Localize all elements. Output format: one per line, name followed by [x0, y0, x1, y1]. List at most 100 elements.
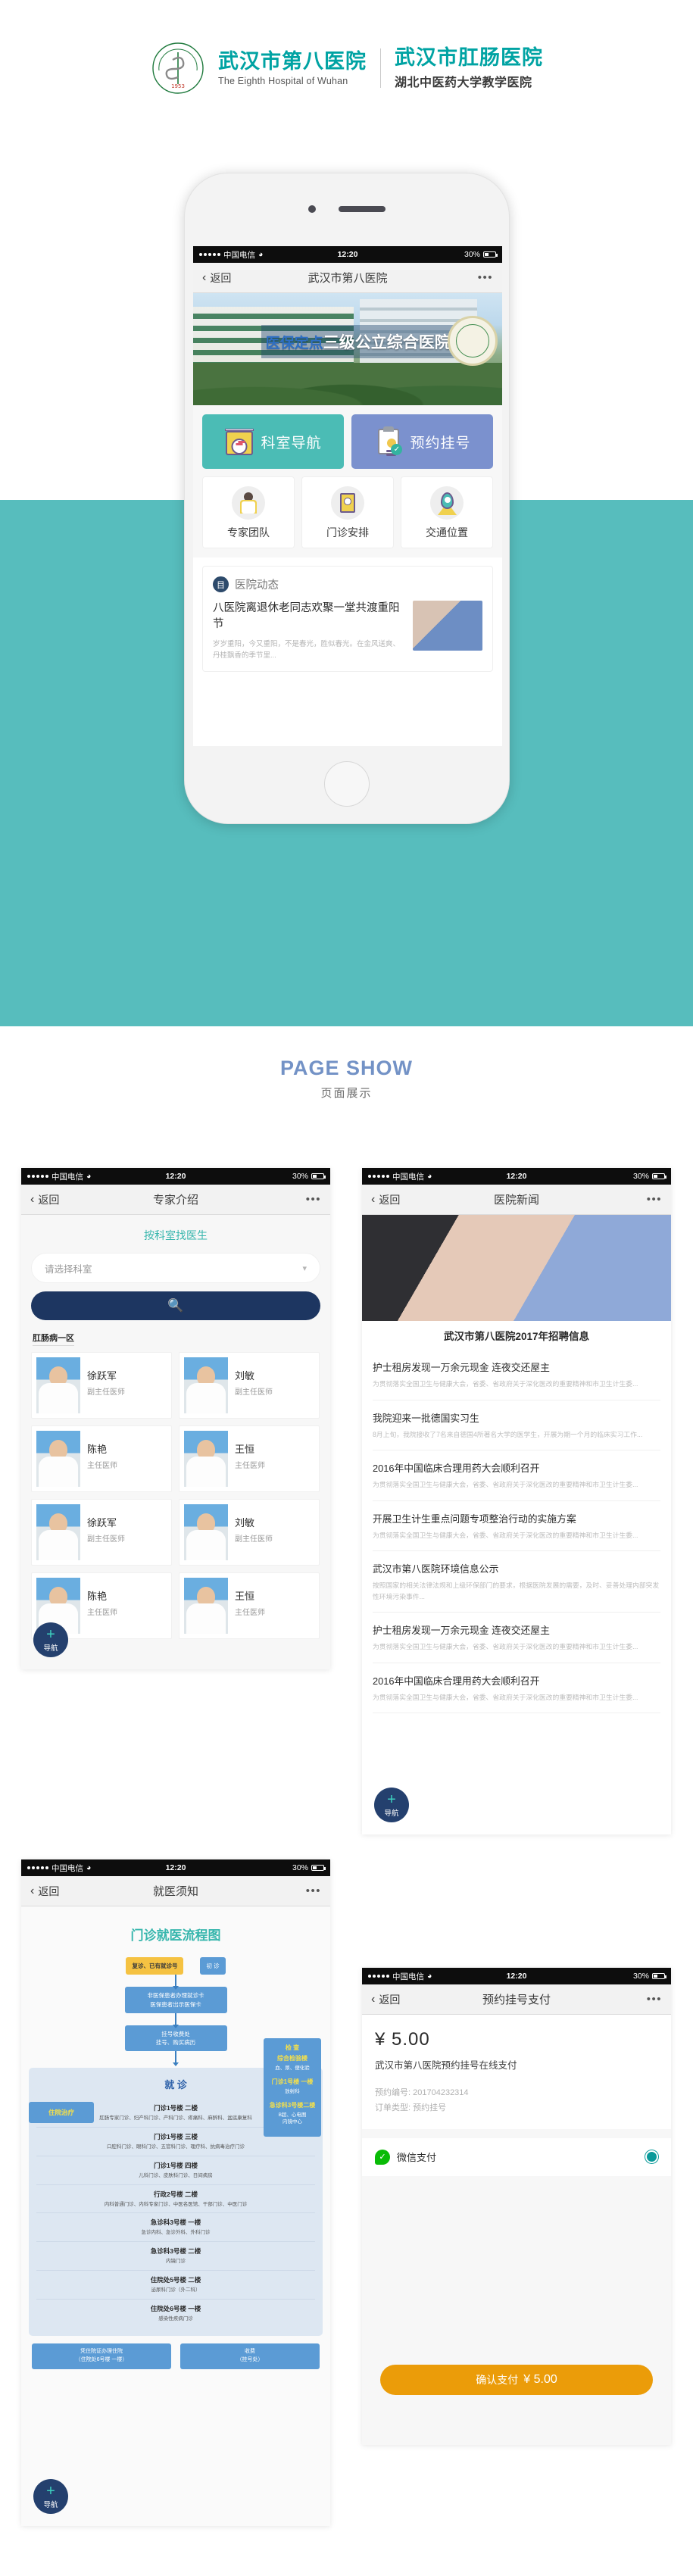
more-menu-icon[interactable]: •••	[306, 1194, 321, 1204]
tile-expert-team-label: 专家团队	[227, 526, 270, 539]
navigation-fab[interactable]: + 导航	[33, 1622, 68, 1657]
carrier-label: 中国电信	[392, 1172, 424, 1182]
doctor-title: 主任医师	[87, 1462, 117, 1470]
tile-expert-team[interactable]: 专家团队	[202, 476, 295, 548]
news-item-title: 2016年中国临床合理用药大会顺利召开	[373, 1463, 540, 1474]
flow-arrow-icon	[175, 2012, 176, 2025]
navigation-fab-label: 导航	[384, 1809, 399, 1818]
news-item-title: 开展卫生计生重点问题专项整治行动的实施方案	[373, 1513, 576, 1525]
news-thumbnail	[413, 601, 482, 651]
floor-entry: 住院处6号楼 一楼 感染性疾病门诊	[36, 2300, 315, 2328]
tile-department-nav[interactable]: 科室导航	[202, 414, 344, 469]
doctor-name: 刘敏	[235, 1370, 255, 1382]
floor-name: 急诊科3号楼 一楼	[150, 2218, 201, 2227]
payment-amount: ¥ 5.00	[375, 2029, 658, 2050]
more-menu-icon[interactable]: •••	[478, 272, 493, 283]
search-button[interactable]: 🔍	[31, 1291, 320, 1320]
phone-speaker-group	[308, 205, 386, 213]
list-item[interactable]: 护士租房发现一万余元现金 连夜交还屋主 为贯彻落实全国卫生与健康大会，省委、省政…	[373, 1613, 660, 1663]
wifi-icon: ◕	[427, 1172, 432, 1181]
news-item-excerpt: 按照国家的相关法律法规和上级环保部门的要求，根据医院发展的需要，及时、妥善处理内…	[373, 1582, 660, 1600]
nav-bar: ‹ 返回 武汉市第八医院 •••	[193, 263, 502, 293]
more-menu-icon[interactable]: •••	[647, 1194, 662, 1204]
floor-name: 住院处5号楼 二楼	[150, 2275, 201, 2284]
wifi-icon: ◕	[86, 1172, 92, 1181]
more-menu-icon[interactable]: •••	[306, 1885, 321, 1896]
page-show-heading: PAGE SHOW 页面展示	[0, 1057, 693, 1101]
hospital-news-card[interactable]: 目 医院动态 八医院离退休老同志欢聚一堂共渡重阳节 岁岁重阳，今又重阳，不是春光…	[202, 566, 493, 673]
screenshot-flowchart-page: 中国电信 ◕ 12:20 30% ‹ 返回 就医须知 ••• 门诊就医流程图 复…	[21, 1859, 330, 2526]
status-bar: 中国电信 ◕ 12:20 30%	[193, 246, 502, 263]
confirm-payment-amount: ¥ 5.00	[523, 2373, 557, 2386]
chevron-left-icon: ‹	[202, 270, 207, 284]
floor-entry: 急诊科3号楼 一楼 急诊内科、急诊外科、外科门诊	[36, 2213, 315, 2242]
payment-method-label: 微信支付	[397, 2152, 437, 2164]
clock-label: 12:20	[506, 1172, 527, 1181]
doctor-name: 刘敏	[235, 1517, 255, 1528]
list-item[interactable]: 武汉市第八医院环境信息公示 按照国家的相关法律法规和上级环保部门的要求，根据医院…	[373, 1551, 660, 1613]
chevron-down-icon: ▾	[302, 1263, 307, 1273]
news-banner-image[interactable]: 武汉市第八医院2017年招聘信息	[362, 1215, 671, 1350]
doctor-avatar	[36, 1504, 80, 1560]
clipboard-check-icon: ✓	[373, 426, 404, 457]
list-item[interactable]: 2016年中国临床合理用药大会顺利召开 为贯彻落实全国卫生与健康大会，省委、省政…	[373, 1450, 660, 1501]
doctor-card[interactable]: 徐跃军 副主任医师	[31, 1499, 172, 1566]
back-button[interactable]: ‹ 返回	[30, 1192, 59, 1207]
tile-row-big: 科室导航 ✓ 预约挂号	[202, 414, 493, 469]
doctor-name: 徐跃军	[87, 1517, 117, 1528]
news-item-title: 武汉市第八医院环境信息公示	[373, 1563, 499, 1575]
confirm-payment-label: 确认支付	[476, 2374, 519, 2386]
more-menu-icon[interactable]: •••	[647, 1994, 662, 2004]
navigation-fab[interactable]: + 导航	[374, 1788, 409, 1822]
department-select[interactable]: 请选择科室 ▾	[31, 1253, 320, 1283]
battery-icon	[311, 1173, 326, 1179]
list-item[interactable]: 开展卫生计生重点问题专项整治行动的实施方案 为贯彻落实全国卫生与健康大会，省委、…	[373, 1501, 660, 1551]
payment-method-row[interactable]: ✓ 微信支付	[362, 2137, 671, 2176]
doctor-card[interactable]: 陈艳 主任医师	[31, 1425, 172, 1492]
payment-method-radio[interactable]	[645, 2150, 658, 2164]
list-item[interactable]: 护士租房发现一万余元现金 连夜交还屋主 为贯彻落实全国卫生与健康大会，省委、省政…	[373, 1350, 660, 1400]
floor-departments: 内镜门诊	[166, 2259, 186, 2264]
home-tiles: 科室导航 ✓ 预约挂号 专家团队 门诊安排 交通位置	[193, 405, 502, 557]
list-item[interactable]: 我院迎来一批德国实习生 8月上旬，我院接收了7名来自德国4所著名大学的医学生，开…	[373, 1400, 660, 1450]
tile-traffic-location[interactable]: 交通位置	[401, 476, 493, 548]
news-item-excerpt: 为贯彻落实全国卫生与健康大会，省委、省政府关于深化医改的重要精神和市卫生计生委.…	[373, 1481, 638, 1488]
nav-bar: ‹ 返回 就医须知 •••	[21, 1876, 330, 1906]
flow-box-revisit: 复诊、已有就诊号	[126, 1957, 184, 1975]
map-pin-icon	[430, 486, 464, 520]
flow-arrow-icon	[175, 2051, 176, 2064]
back-button[interactable]: ‹ 返回	[371, 1192, 400, 1207]
doctor-card[interactable]: 刘敏 副主任医师	[179, 1352, 320, 1419]
screenshot-payment-page: 中国电信 ◕ 12:20 30% ‹ 返回 预约挂号支付 ••• ¥ 5.00 …	[362, 1968, 671, 2445]
doctor-card[interactable]: 徐跃军 副主任医师	[31, 1352, 172, 1419]
status-bar: 中国电信 ◕ 12:20 30%	[21, 1168, 330, 1185]
back-button[interactable]: ‹ 返回	[30, 1884, 59, 1899]
doctor-card[interactable]: 刘敏 副主任医师	[179, 1499, 320, 1566]
lab-heading: 综合检验楼	[277, 2055, 307, 2062]
carrier-label: 中国电信	[52, 1172, 83, 1182]
confirm-payment-button[interactable]: 确认支付 ¥ 5.00	[380, 2365, 653, 2395]
page-show-title-en: PAGE SHOW	[279, 1057, 413, 1079]
tile-clinic-schedule[interactable]: 门诊安排	[301, 476, 394, 548]
navigation-fab-label: 导航	[43, 1644, 58, 1653]
signal-dots-icon	[199, 253, 220, 256]
screenshot-news-page: 中国电信 ◕ 12:20 30% ‹ 返回 医院新闻 ••• 武汉市第八医院20…	[362, 1168, 671, 1834]
list-item[interactable]: 2016年中国临床合理用药大会顺利召开 为贯彻落实全国卫生与健康大会，省委、省政…	[373, 1663, 660, 1713]
payment-meta: 预约编号: 201704232314 订单类型: 预约挂号	[375, 2085, 658, 2116]
floor-departments: 感染性疾病门诊	[158, 2315, 193, 2322]
tile-appointment[interactable]: ✓ 预约挂号	[351, 414, 493, 469]
back-button[interactable]: ‹ 返回	[202, 270, 231, 286]
flow-box-admission: 凭住院证办理住院 （住院处6号楼 一楼）	[32, 2343, 171, 2369]
navigation-fab[interactable]: + 导航	[33, 2479, 68, 2514]
lab-items: 血、尿、便化验	[275, 2065, 310, 2071]
back-button[interactable]: ‹ 返回	[371, 1992, 400, 2007]
department-section-label: 肛肠病一区	[33, 1332, 74, 1346]
floor-departments: 内科普通门诊、内科专家门诊、中医名医馆、干部门诊、中医门诊	[104, 2201, 248, 2207]
doctor-card[interactable]: 王恒 主任医师	[179, 1425, 320, 1492]
exam-label: 检 查	[285, 2044, 300, 2051]
radiology-items: 放射科	[285, 2088, 300, 2094]
wifi-icon: ◕	[86, 1863, 92, 1872]
home-button[interactable]	[324, 761, 370, 807]
doctor-card[interactable]: 王恒 主任医师	[179, 1572, 320, 1639]
radiology-heading: 门诊1号楼 一楼	[271, 2078, 314, 2085]
